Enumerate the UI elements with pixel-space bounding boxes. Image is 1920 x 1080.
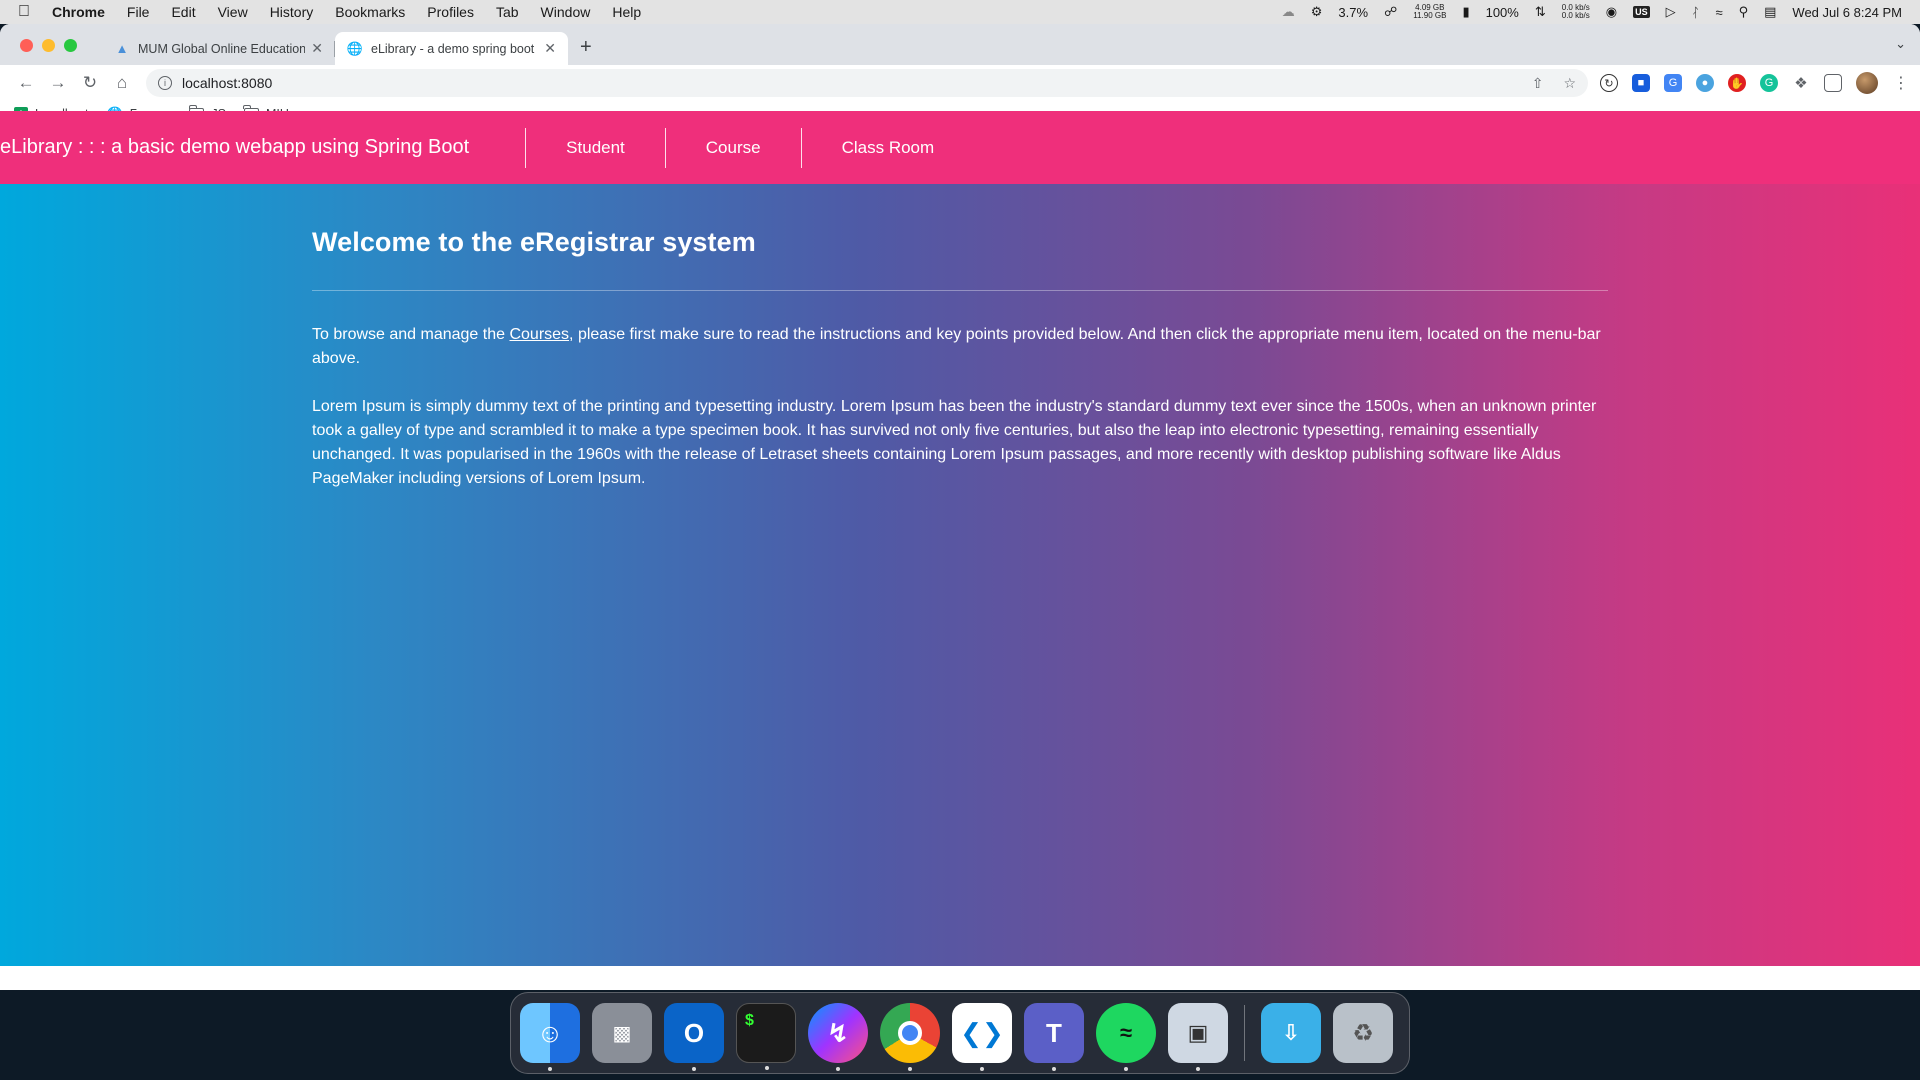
menu-app-name[interactable]: Chrome <box>52 4 105 20</box>
close-window-button[interactable] <box>20 39 33 52</box>
battery-icon[interactable]: ▮ <box>1462 4 1469 20</box>
bookmark-star-icon[interactable]: ☆ <box>1563 75 1576 92</box>
reload-icon[interactable]: ↻ <box>74 73 106 93</box>
menu-history[interactable]: History <box>270 4 314 20</box>
network-down: 0.0 kb/s <box>1561 11 1590 20</box>
site-info-icon[interactable]: i <box>158 76 172 90</box>
launchpad-icon[interactable]: ▩ <box>592 1003 652 1063</box>
new-tab-button[interactable]: + <box>580 36 592 59</box>
fullscreen-window-button[interactable] <box>64 39 77 52</box>
address-bar[interactable]: i localhost:8080 ⇧ ☆ <box>146 69 1588 97</box>
omnibox-actions: ⇧ ☆ <box>1532 75 1576 92</box>
menu-file[interactable]: File <box>127 4 150 20</box>
kebab-menu-icon[interactable]: ⋮ <box>1892 74 1910 92</box>
intro-text-before: To browse and manage the <box>312 326 510 343</box>
graduation-icon: ▲ <box>115 41 129 56</box>
window-controls <box>20 39 77 52</box>
minimize-window-button[interactable] <box>42 39 55 52</box>
share-icon[interactable]: ⇧ <box>1532 75 1544 92</box>
menu-edit[interactable]: Edit <box>171 4 195 20</box>
extensions-area: ↻ ■ G ● ✋ G ❖ ⋮ <box>1600 72 1910 94</box>
status-area: ☁ ⚙ 3.7% ☍ 4.09 GB 11.90 GB ▮ 100% ⇅ 0.0… <box>1282 4 1902 20</box>
memory-icon[interactable]: ☍ <box>1384 4 1397 20</box>
profile-avatar[interactable] <box>1856 72 1878 94</box>
memory-total: 11.90 GB <box>1413 11 1447 20</box>
binoculars-icon[interactable]: ◉ <box>1606 4 1617 20</box>
divider <box>312 290 1608 291</box>
spotlight-search-icon[interactable]: ⚲ <box>1739 4 1749 20</box>
menu-profiles[interactable]: Profiles <box>427 4 474 20</box>
keyboard-layout-badge[interactable]: US <box>1633 6 1650 18</box>
tab-title: eLibrary - a demo spring boot <box>371 41 535 56</box>
globe-icon: 🌐 <box>346 40 364 56</box>
tab-search-chevron-icon[interactable]: ⌄ <box>1895 36 1906 52</box>
translate-extension-icon[interactable]: G <box>1664 74 1682 92</box>
close-icon[interactable]: ✕ <box>311 40 323 57</box>
courses-link[interactable]: Courses <box>509 326 569 343</box>
nav-student[interactable]: Student <box>525 127 665 168</box>
url-text[interactable]: localhost:8080 <box>182 75 272 91</box>
dock-separator <box>1244 1005 1245 1061</box>
vscode-icon[interactable]: ❮❯ <box>952 1003 1012 1071</box>
chrome-icon[interactable] <box>880 1003 940 1071</box>
web-page: eLibrary : : : a basic demo webapp using… <box>0 111 1920 966</box>
cloud-icon[interactable]: ☁ <box>1282 4 1295 20</box>
menu-tab[interactable]: Tab <box>496 4 519 20</box>
menu-view[interactable]: View <box>218 4 248 20</box>
nav-course[interactable]: Course <box>664 127 801 168</box>
memory-readout[interactable]: 4.09 GB 11.90 GB <box>1413 4 1446 20</box>
intro-paragraph: To browse and manage the Courses, please… <box>312 323 1608 371</box>
tab-elibrary[interactable]: 🌐 eLibrary - a demo spring boot ✕ <box>335 32 568 65</box>
messenger-icon[interactable]: ↯ <box>808 1003 868 1071</box>
grammarly-extension-icon[interactable]: G <box>1760 74 1778 92</box>
globe-extension-icon[interactable]: ● <box>1696 74 1714 92</box>
macos-menu-bar:  Chrome File Edit View History Bookmark… <box>0 0 1920 24</box>
back-arrow-icon[interactable]: ← <box>10 73 42 93</box>
browser-toolbar: ← → ↻ ⌂ i localhost:8080 ⇧ ☆ ↻ ■ G ● ✋ G… <box>0 65 1920 101</box>
page-title: Welcome to the eRegistrar system <box>312 227 756 257</box>
apple-menu-icon[interactable]:  <box>18 3 30 21</box>
forward-arrow-icon[interactable]: → <box>42 73 74 93</box>
cpu-usage[interactable]: 3.7% <box>1338 5 1368 20</box>
downloads-folder-icon[interactable]: ⇩ <box>1261 1003 1321 1063</box>
site-navbar: eLibrary : : : a basic demo webapp using… <box>0 111 1920 184</box>
adblock-extension-icon[interactable]: ✋ <box>1728 74 1746 92</box>
home-icon[interactable]: ⌂ <box>106 73 138 93</box>
close-icon[interactable]: ✕ <box>544 40 556 57</box>
network-arrows-icon[interactable]: ⇅ <box>1535 4 1546 20</box>
finder-icon[interactable]: ☺ <box>520 1003 580 1071</box>
menu-help[interactable]: Help <box>612 4 641 20</box>
play-icon[interactable]: ▷ <box>1666 4 1676 20</box>
battery-percent[interactable]: 100% <box>1486 5 1519 20</box>
nav-class-room[interactable]: Class Room <box>800 127 975 168</box>
bitwarden-extension-icon[interactable]: ■ <box>1632 74 1650 92</box>
lorem-paragraph: Lorem Ipsum is simply dummy text of the … <box>312 398 1597 487</box>
site-brand[interactable]: eLibrary : : : a basic demo webapp using… <box>0 136 525 159</box>
trash-icon[interactable]: ♻ <box>1333 1003 1393 1063</box>
tab-strip: ▲ MUM Global Online Education ✕ 🌐 eLibra… <box>0 24 1920 65</box>
outlook-icon[interactable]: O <box>664 1003 724 1071</box>
wifi-icon[interactable]: ≈ <box>1715 5 1722 20</box>
macos-dock: ☺ ▩ O $ ↯ ❮❯ T ≈ ▣ ⇩ ♻ <box>510 992 1410 1074</box>
menu-bookmarks[interactable]: Bookmarks <box>335 4 405 20</box>
control-center-icon[interactable]: ▤ <box>1764 4 1776 20</box>
tab-title: MUM Global Online Education <box>138 41 306 56</box>
cpu-icon[interactable]: ⚙ <box>1311 4 1323 20</box>
side-panel-icon[interactable] <box>1824 74 1842 92</box>
clock[interactable]: Wed Jul 6 8:24 PM <box>1792 5 1902 20</box>
spotify-icon[interactable]: ≈ <box>1096 1003 1156 1071</box>
teams-icon[interactable]: T <box>1024 1003 1084 1071</box>
preview-icon[interactable]: ▣ <box>1168 1003 1228 1071</box>
puzzle-extensions-icon[interactable]: ❖ <box>1792 74 1810 92</box>
terminal-icon[interactable]: $ <box>736 1003 796 1070</box>
tabs: ▲ MUM Global Online Education ✕ 🌐 eLibra… <box>102 32 568 65</box>
main-content: Welcome to the eRegistrar system To brow… <box>0 184 1920 966</box>
sync-extension-icon[interactable]: ↻ <box>1600 74 1618 92</box>
menu-window[interactable]: Window <box>541 4 591 20</box>
bluetooth-icon[interactable]: ᛮ <box>1692 5 1700 20</box>
network-readout[interactable]: 0.0 kb/s 0.0 kb/s <box>1562 4 1590 20</box>
tab-mum-global[interactable]: ▲ MUM Global Online Education ✕ <box>102 32 335 65</box>
